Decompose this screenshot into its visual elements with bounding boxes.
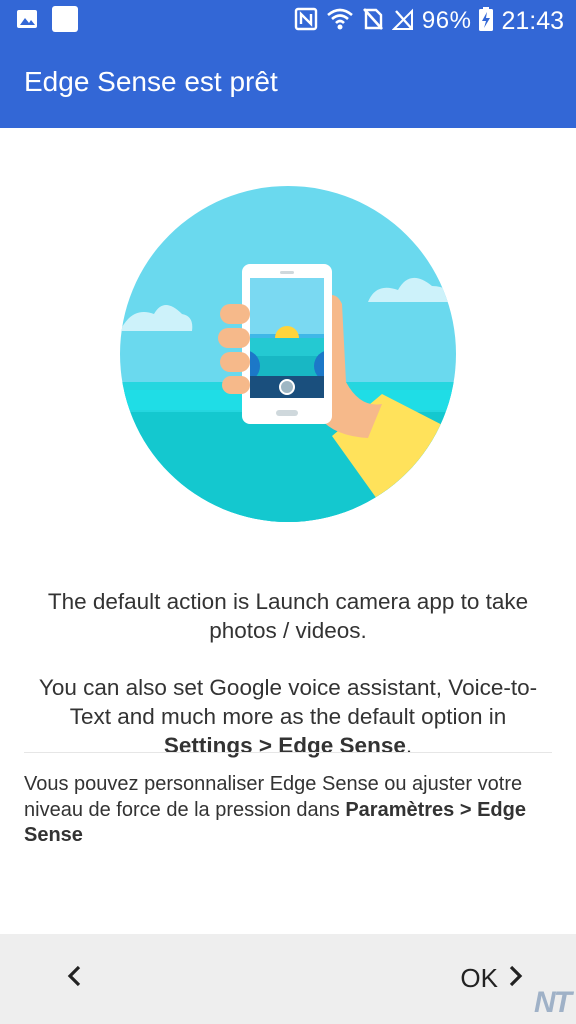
voice-assistant-text-prefix: You can also set Google voice assistant,…: [38, 675, 538, 729]
battery-percentage: 96%: [421, 7, 472, 34]
clock: 21:43: [501, 6, 564, 35]
status-left: [16, 6, 78, 37]
watermark-logo: NT: [534, 986, 572, 1019]
app-icon: [52, 6, 78, 37]
bottom-navigation-bar: OK NT: [0, 934, 576, 1024]
page-title: Edge Sense est prêt: [24, 66, 278, 97]
ok-label: OK: [460, 962, 498, 993]
customize-note: Vous pouvez personnaliser Edge Sense ou …: [24, 772, 560, 849]
hand-holding-phone-illustration: [120, 186, 456, 522]
divider: [24, 752, 552, 753]
wifi-icon: [326, 7, 354, 36]
chevron-right-icon: [508, 964, 524, 993]
back-button[interactable]: [52, 956, 96, 1000]
ok-button[interactable]: OK: [460, 956, 524, 1000]
illustration-scene: [120, 186, 456, 522]
battery-charging-icon: [479, 6, 494, 36]
settings-path-bold: Settings > Edge Sense: [163, 733, 406, 758]
status-right: 96% 21:43: [294, 4, 564, 38]
default-action-text: The default action is Launch camera app …: [47, 589, 529, 643]
chevron-left-icon: [66, 964, 82, 993]
signal-icon: [391, 7, 414, 36]
image-icon: [16, 8, 38, 35]
no-sim-icon: [362, 7, 384, 36]
voice-assistant-text-suffix: .: [405, 733, 413, 758]
top-bar: 96% 21:43 Edge Sense est prêt: [0, 0, 576, 128]
status-bar: 96% 21:43: [0, 0, 576, 40]
voice-assistant-text: You can also set Google voice assistant,…: [24, 673, 552, 760]
nfc-icon: [294, 7, 318, 36]
